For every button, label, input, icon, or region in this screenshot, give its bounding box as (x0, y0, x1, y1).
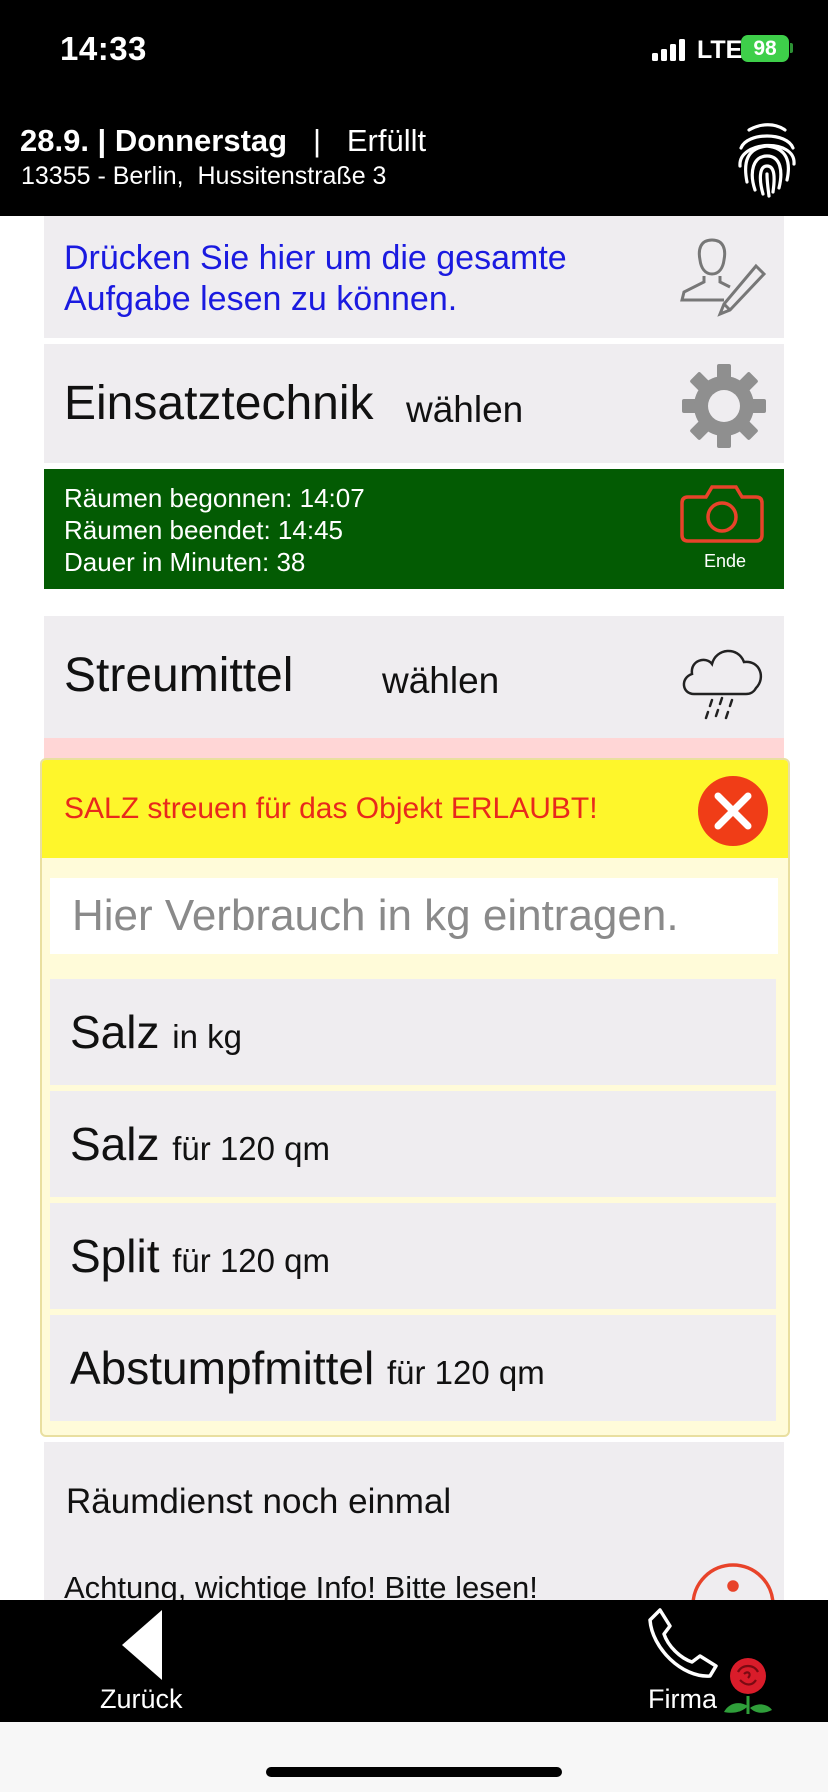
tech-choose: wählen (406, 389, 524, 430)
back-label: Zurück (100, 1684, 183, 1714)
option-abstumpfmittel[interactable]: Abstumpfmittel für 120 qm (50, 1315, 776, 1421)
bottom-bar: Zurück Firma (0, 1600, 828, 1722)
option-label: Split für 120 qm (70, 1229, 330, 1283)
home-indicator[interactable] (266, 1767, 562, 1777)
tech-label: Einsatztechnik (64, 377, 374, 430)
again-card[interactable]: Räumdienst noch einmal (44, 1442, 784, 1556)
option-salt-kg[interactable]: Salz in kg (50, 979, 776, 1085)
network-type: LTE (697, 36, 743, 64)
back-button[interactable]: Zurück (80, 1600, 220, 1722)
info-label: Achtung, wichtige Info! Bitte lesen! (64, 1570, 538, 1600)
battery-tip (790, 43, 793, 53)
clearing-end: Räumen beendet: 14:45 (64, 515, 343, 545)
option-main: Split (70, 1230, 160, 1282)
user-edit-icon (680, 238, 767, 317)
spread-label: Streumittel (64, 649, 294, 702)
header-date: 28.9. | Donnerstag (20, 123, 288, 158)
rose-icon (724, 1658, 772, 1714)
option-sub: für 120 qm (172, 1130, 331, 1167)
app-header: 28.9. | Donnerstag | Erfüllt 13355 - Ber… (0, 105, 828, 216)
option-sub: für 120 qm (387, 1354, 545, 1391)
consumption-input[interactable] (50, 878, 778, 954)
gear-icon (682, 364, 766, 448)
again-label: Räumdienst noch einmal (66, 1482, 452, 1521)
spread-choose: wählen (382, 660, 500, 701)
company-label: Firma (648, 1684, 717, 1714)
company-call-button[interactable]: Firma (640, 1600, 790, 1722)
header-address: 13355 - Berlin, Hussitenstraße 3 (21, 162, 387, 190)
option-label: Salz für 120 qm (70, 1117, 330, 1171)
info-icon (691, 1563, 775, 1600)
camera-icon[interactable] (680, 483, 764, 543)
phone-icon (648, 1608, 718, 1678)
tech-card[interactable]: Einsatztechnik wählen (44, 344, 784, 463)
clearing-times: Räumen begonnen: 14:07 Räumen beendet: 1… (64, 482, 365, 578)
option-label: Abstumpfmittel für 120 qm (70, 1341, 545, 1395)
clearing-card[interactable]: Räumen begonnen: 14:07 Räumen beendet: 1… (44, 469, 784, 589)
salt-modal: SALZ streuen für das Objekt ERLAUBT! Sal… (40, 758, 790, 1437)
info-card[interactable]: Achtung, wichtige Info! Bitte lesen! (44, 1540, 784, 1600)
close-button[interactable] (698, 776, 768, 846)
header-title: 28.9. | Donnerstag | Erfüllt (20, 123, 426, 159)
clearing-duration: Dauer in Minuten: 38 (64, 547, 306, 577)
modal-title: SALZ streuen für das Objekt ERLAUBT! (64, 792, 598, 825)
clearing-start: Räumen begonnen: 14:07 (64, 483, 365, 513)
signal-icon (652, 39, 688, 61)
option-main: Salz (70, 1118, 160, 1170)
modal-header: SALZ streuen für das Objekt ERLAUBT! (42, 760, 788, 858)
header-separator: | (312, 123, 321, 158)
home-area (0, 1722, 828, 1792)
header-status: Erfüllt (346, 123, 427, 158)
option-sub: für 120 qm (172, 1242, 331, 1279)
cloud-snow-icon (682, 649, 763, 720)
option-salt-area[interactable]: Salz für 120 qm (50, 1091, 776, 1197)
battery-level: 98 (753, 37, 777, 60)
fingerprint-icon[interactable] (735, 122, 799, 198)
battery-icon: 98 (741, 35, 789, 62)
spread-card[interactable]: Streumittel wählen (44, 616, 784, 738)
back-arrow-icon (122, 1610, 162, 1680)
camera-end-label: Ende (703, 551, 747, 571)
option-main: Abstumpfmittel (70, 1342, 375, 1394)
close-icon (714, 792, 752, 830)
task-card[interactable]: Drücken Sie hier um die gesamte Aufgabe … (44, 216, 784, 338)
option-main: Salz (70, 1006, 160, 1058)
option-split[interactable]: Split für 120 qm (50, 1203, 776, 1309)
task-text: Drücken Sie hier um die gesamte Aufgabe … (64, 239, 567, 318)
status-bar: 14:33 LTE 98 (0, 0, 828, 105)
status-time: 14:33 (60, 30, 147, 67)
option-label: Salz in kg (70, 1005, 242, 1059)
option-sub: in kg (172, 1018, 242, 1055)
